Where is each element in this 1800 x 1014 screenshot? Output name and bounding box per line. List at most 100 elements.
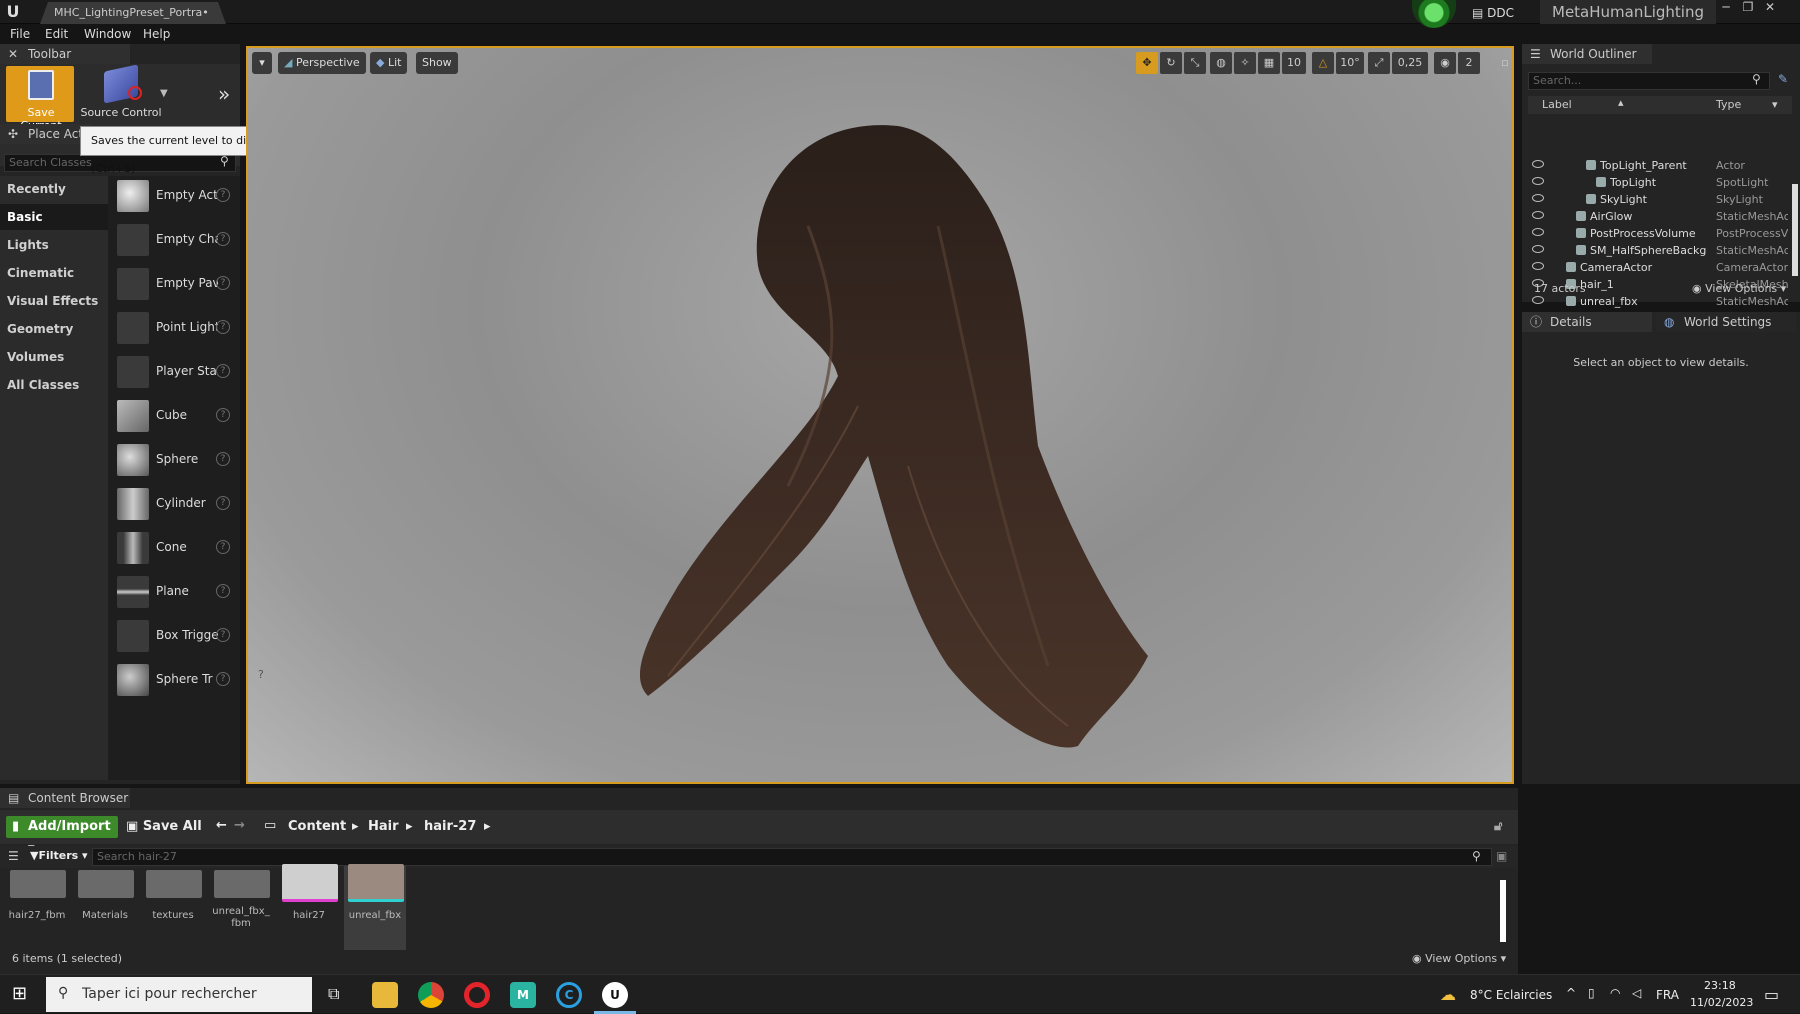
category-all-classes[interactable]: All Classes: [0, 372, 108, 398]
save-search-icon[interactable]: ▣: [1496, 849, 1507, 863]
close-button[interactable]: ✕: [1760, 0, 1780, 16]
menu-edit[interactable]: Edit: [45, 27, 68, 41]
place-item-sphere-trigger[interactable]: Sphere Tr?: [108, 660, 238, 700]
outliner-row[interactable]: SkyLight SkyLight: [1528, 192, 1790, 209]
menu-window[interactable]: Window: [84, 27, 131, 41]
back-arrow-icon[interactable]: ←: [216, 818, 227, 833]
world-space-icon[interactable]: ◍: [1210, 52, 1232, 74]
tab-content-browser[interactable]: ▤ Content Browser: [0, 788, 130, 808]
sources-toggle-icon[interactable]: ☰: [8, 849, 19, 863]
lock-icon[interactable]: 🔓︎: [1494, 819, 1502, 834]
place-item-empty-character[interactable]: Empty Cha?: [108, 220, 238, 260]
help-icon[interactable]: ?: [216, 276, 230, 290]
clock-date[interactable]: 11/02/2023: [1690, 996, 1753, 1009]
weather-text[interactable]: 8°C Eclaircies: [1470, 988, 1552, 1002]
scale-snap-icon[interactable]: ⤢: [1368, 52, 1390, 74]
camera-speed-value[interactable]: 2: [1458, 52, 1480, 74]
viewport-help-icon[interactable]: ?: [258, 668, 264, 681]
outliner-row[interactable]: AirGlow StaticMeshAc: [1528, 209, 1790, 226]
perspective-button[interactable]: ◢ Perspective: [278, 52, 366, 74]
rotation-snap-icon[interactable]: △: [1312, 52, 1334, 74]
visibility-eye-icon[interactable]: [1532, 194, 1544, 202]
visibility-eye-icon[interactable]: [1532, 228, 1544, 236]
chevron-down-icon[interactable]: ▾: [1772, 98, 1778, 111]
tab-world-settings[interactable]: ◍ World Settings: [1656, 312, 1796, 332]
category-lights[interactable]: Lights: [0, 232, 108, 258]
content-view-options[interactable]: ◉ View Options ▾: [1412, 952, 1506, 965]
save-current-button[interactable]: Save Current: [6, 66, 74, 132]
unreal-engine-icon[interactable]: U: [602, 982, 628, 1008]
help-icon[interactable]: ?: [216, 408, 230, 422]
place-item-box-trigger[interactable]: Box Trigge?: [108, 616, 238, 656]
content-scrollbar[interactable]: [1500, 880, 1506, 942]
help-icon[interactable]: ?: [216, 672, 230, 686]
lit-button[interactable]: ◆ Lit: [370, 52, 408, 74]
help-icon[interactable]: ?: [216, 364, 230, 378]
grid-snap-icon[interactable]: ▦: [1258, 52, 1280, 74]
ccleaner-icon[interactable]: C: [556, 982, 582, 1008]
visibility-eye-icon[interactable]: [1532, 177, 1544, 185]
grid-size-value[interactable]: 10: [1282, 52, 1306, 74]
tab-world-outliner[interactable]: ☰ World Outliner: [1522, 44, 1652, 64]
maximize-viewport-icon[interactable]: ▫: [1494, 52, 1512, 74]
camera-speed-icon[interactable]: ◉: [1434, 52, 1456, 74]
tab-details[interactable]: ⓘ Details: [1522, 312, 1652, 332]
breadcrumb-content[interactable]: Content: [288, 819, 346, 834]
task-view-icon[interactable]: ⧉: [328, 984, 339, 1004]
help-icon[interactable]: ?: [216, 496, 230, 510]
outliner-row[interactable]: PostProcessVolume PostProcessV: [1528, 226, 1790, 243]
double-chevron-right-icon[interactable]: »: [218, 82, 230, 106]
level-document-tab[interactable]: MHC_LightingPreset_Portra•: [40, 2, 226, 24]
outliner-row[interactable]: CameraActor CameraActor: [1528, 260, 1790, 277]
asset-skeletal-mesh[interactable]: hair27: [278, 864, 340, 950]
visibility-eye-icon[interactable]: [1532, 211, 1544, 219]
tray-expand-icon[interactable]: ^: [1566, 986, 1576, 1000]
outliner-search-input[interactable]: Search...: [1528, 72, 1770, 90]
help-icon[interactable]: ?: [216, 584, 230, 598]
visibility-eye-icon[interactable]: [1532, 262, 1544, 270]
outliner-row[interactable]: TopLight SpotLight: [1528, 175, 1790, 192]
place-item-cube[interactable]: Cube?: [108, 396, 238, 436]
volume-icon[interactable]: ◁: [1632, 986, 1641, 1000]
place-item-cylinder[interactable]: Cylinder?: [108, 484, 238, 524]
help-icon[interactable]: ?: [216, 452, 230, 466]
place-item-plane[interactable]: Plane?: [108, 572, 238, 612]
asset-folder[interactable]: Materials: [74, 870, 136, 950]
col-label[interactable]: Label: [1542, 98, 1572, 111]
maya-icon[interactable]: M: [510, 982, 536, 1008]
menu-file[interactable]: File: [10, 27, 30, 41]
breadcrumb-hair-27[interactable]: hair-27: [424, 819, 476, 834]
visibility-eye-icon[interactable]: [1532, 245, 1544, 253]
col-type[interactable]: Type: [1716, 98, 1741, 111]
category-basic[interactable]: Basic: [0, 204, 108, 230]
place-item-cone[interactable]: Cone?: [108, 528, 238, 568]
minimize-button[interactable]: ─: [1716, 0, 1736, 16]
battery-icon[interactable]: ▯: [1588, 986, 1595, 1000]
viewport-options-button[interactable]: ▾: [252, 52, 272, 74]
surface-snap-icon[interactable]: ✧: [1234, 52, 1256, 74]
place-item-empty-pawn[interactable]: Empty Pav?: [108, 264, 238, 304]
category-visual-effects[interactable]: Visual Effects: [0, 288, 108, 314]
windows-start-icon[interactable]: ⊞: [12, 983, 27, 1004]
help-icon[interactable]: ?: [216, 232, 230, 246]
asset-static-mesh-selected[interactable]: unreal_fbx: [344, 864, 406, 950]
category-geometry[interactable]: Geometry: [0, 316, 108, 342]
help-icon[interactable]: ?: [216, 540, 230, 554]
opera-icon[interactable]: [464, 982, 490, 1008]
scale-tool-icon[interactable]: ⤡: [1184, 52, 1206, 74]
wifi-icon[interactable]: ◠: [1610, 986, 1620, 1000]
asset-folder[interactable]: hair27_fbm: [6, 870, 68, 950]
scale-snap-value[interactable]: 0,25: [1392, 52, 1428, 74]
place-item-sphere[interactable]: Sphere?: [108, 440, 238, 480]
place-item-point-light[interactable]: Point Light?: [108, 308, 238, 348]
outliner-row[interactable]: TopLight_Parent Actor: [1528, 158, 1790, 175]
place-item-player-start[interactable]: Player Sta?: [108, 352, 238, 392]
filters-button[interactable]: ▼Filters ▾: [30, 849, 88, 862]
forward-arrow-icon[interactable]: →: [234, 818, 245, 833]
breadcrumb-hair[interactable]: Hair: [368, 819, 399, 834]
notifications-icon[interactable]: ▭: [1764, 985, 1779, 1004]
source-control-button[interactable]: Source Control: [80, 64, 162, 122]
rotate-tool-icon[interactable]: ↻: [1160, 52, 1182, 74]
ddc-indicator[interactable]: ▤ DDC: [1472, 3, 1532, 23]
outliner-view-options[interactable]: ◉ View Options ▾: [1692, 282, 1786, 295]
